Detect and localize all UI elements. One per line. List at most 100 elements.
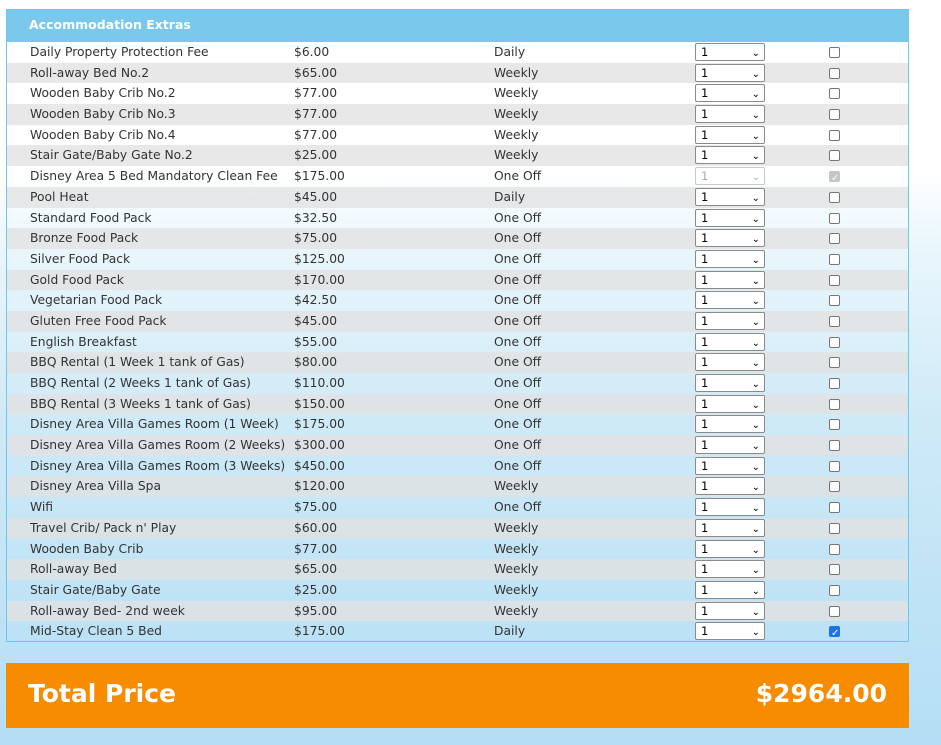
quantity-select[interactable]: 1 ⌄	[695, 436, 765, 455]
select-checkbox[interactable]	[829, 481, 840, 493]
quantity-select[interactable]: 1 ⌄	[695, 539, 765, 558]
select-checkbox[interactable]	[829, 357, 840, 369]
extra-frequency: One Off	[494, 500, 542, 515]
extra-row: Daily Property Protection Fee $6.00 Dail…	[7, 42, 908, 63]
extra-frequency: One Off	[494, 313, 542, 328]
extra-price: $125.00	[294, 251, 345, 266]
extra-frequency: Weekly	[494, 520, 539, 535]
select-checkbox[interactable]	[829, 150, 840, 162]
quantity-select[interactable]: 1 ⌄	[695, 477, 765, 496]
accommodation-extras-panel: Accommodation Extras Daily Property Prot…	[6, 9, 909, 645]
chevron-down-icon: ⌄	[751, 565, 760, 577]
select-checkbox[interactable]	[829, 315, 840, 327]
quantity-select-cell: 1 ⌄	[695, 187, 765, 206]
select-checkbox[interactable]	[829, 336, 840, 348]
quantity-select[interactable]: 1 ⌄	[695, 601, 765, 620]
quantity-select[interactable]: 1 ⌄	[695, 518, 765, 537]
select-checkbox[interactable]	[829, 191, 840, 203]
quantity-select[interactable]: 1 ⌄	[695, 105, 765, 124]
extra-name: Roll-away Bed- 2nd week	[30, 603, 185, 618]
select-checkbox-cell	[829, 518, 840, 541]
extra-frequency: One Off	[494, 293, 542, 308]
select-checkbox[interactable]	[829, 522, 840, 534]
select-checkbox[interactable]	[829, 129, 840, 141]
extra-frequency: One Off	[494, 251, 542, 266]
extra-price: $75.00	[294, 231, 338, 246]
extra-price: $300.00	[294, 438, 345, 453]
extra-price: $450.00	[294, 458, 345, 473]
select-checkbox-cell	[829, 208, 840, 231]
quantity-select[interactable]: 1 ⌄	[695, 456, 765, 475]
extra-row: Bronze Food Pack $75.00 One Off 1 ⌄	[7, 228, 908, 249]
quantity-value: 1	[701, 458, 709, 473]
quantity-select[interactable]: 1 ⌄	[695, 332, 765, 351]
panel-title: Accommodation Extras	[7, 10, 908, 42]
select-checkbox[interactable]	[829, 88, 840, 100]
extra-name: Roll-away Bed	[30, 562, 117, 577]
select-checkbox[interactable]	[829, 233, 840, 245]
extra-row: Wooden Baby Crib $77.00 Weekly 1 ⌄	[7, 539, 908, 560]
select-checkbox[interactable]	[829, 460, 840, 472]
quantity-select[interactable]: 1 ⌄	[695, 249, 765, 268]
quantity-select[interactable]: 1 ⌄	[695, 187, 765, 206]
quantity-select[interactable]: 1 ⌄	[695, 43, 765, 61]
select-checkbox[interactable]	[829, 624, 840, 645]
quantity-select[interactable]: 1 ⌄	[695, 498, 765, 517]
chevron-down-icon: ⌄	[751, 461, 760, 473]
select-checkbox[interactable]	[829, 398, 840, 410]
quantity-select-cell: 1 ⌄	[695, 539, 765, 558]
quantity-select[interactable]: 1 ⌄	[695, 580, 765, 599]
select-checkbox[interactable]	[829, 419, 840, 431]
select-checkbox[interactable]	[829, 109, 840, 121]
extra-price: $175.00	[294, 169, 345, 184]
quantity-select[interactable]: 1 ⌄	[695, 208, 765, 227]
select-checkbox[interactable]	[829, 543, 840, 555]
extra-price: $45.00	[294, 313, 338, 328]
quantity-select[interactable]: 1 ⌄	[695, 394, 765, 413]
quantity-select[interactable]: 1 ⌄	[695, 415, 765, 434]
select-checkbox-cell	[829, 394, 840, 417]
chevron-down-icon: ⌄	[751, 420, 760, 432]
quantity-select[interactable]: 1 ⌄	[695, 125, 765, 144]
extra-name: Vegetarian Food Pack	[30, 293, 163, 308]
select-checkbox-cell	[829, 476, 840, 499]
extra-name: Stair Gate/Baby Gate	[30, 582, 161, 597]
select-checkbox[interactable]	[829, 274, 840, 286]
select-checkbox[interactable]	[829, 212, 840, 224]
extra-frequency: One Off	[494, 396, 542, 411]
select-checkbox-cell	[829, 311, 840, 334]
select-checkbox[interactable]	[829, 67, 840, 79]
quantity-select-cell: 1 ⌄	[695, 498, 765, 517]
quantity-select[interactable]: 1 ⌄	[695, 291, 765, 310]
select-checkbox[interactable]	[829, 47, 840, 58]
select-checkbox-cell	[829, 373, 840, 396]
extra-name: Disney Area 5 Bed Mandatory Clean Fee	[30, 169, 278, 184]
extra-row: BBQ Rental (3 Weeks 1 tank of Gas) $150.…	[7, 393, 908, 417]
quantity-select[interactable]: 1 ⌄	[695, 146, 765, 165]
select-checkbox[interactable]	[829, 378, 840, 389]
select-checkbox[interactable]	[829, 440, 840, 452]
quantity-select[interactable]: 1 ⌄	[695, 84, 765, 103]
select-checkbox[interactable]	[829, 564, 840, 576]
extra-frequency: Weekly	[494, 541, 539, 556]
select-checkbox[interactable]	[829, 584, 840, 596]
quantity-select[interactable]: 1 ⌄	[695, 270, 765, 289]
extra-price: $95.00	[294, 603, 338, 618]
select-checkbox[interactable]	[829, 502, 840, 514]
select-checkbox[interactable]	[829, 295, 840, 307]
select-checkbox-cell	[829, 63, 840, 86]
quantity-select[interactable]: 1 ⌄	[695, 374, 765, 392]
quantity-value: 1	[701, 86, 709, 101]
extra-price: $150.00	[294, 396, 345, 411]
extra-row: Disney Area Villa Games Room (3 Weeks) $…	[7, 456, 908, 477]
quantity-select[interactable]: 1 ⌄	[695, 622, 765, 641]
quantity-select[interactable]: 1 ⌄	[695, 560, 765, 579]
select-checkbox[interactable]	[829, 605, 840, 617]
select-checkbox-cell	[829, 290, 840, 313]
select-checkbox-cell	[829, 456, 840, 479]
quantity-select[interactable]: 1 ⌄	[695, 63, 765, 82]
select-checkbox[interactable]	[829, 253, 840, 265]
quantity-select[interactable]: 1 ⌄	[695, 311, 765, 330]
quantity-select[interactable]: 1 ⌄	[695, 229, 765, 248]
quantity-select[interactable]: 1 ⌄	[695, 353, 765, 372]
